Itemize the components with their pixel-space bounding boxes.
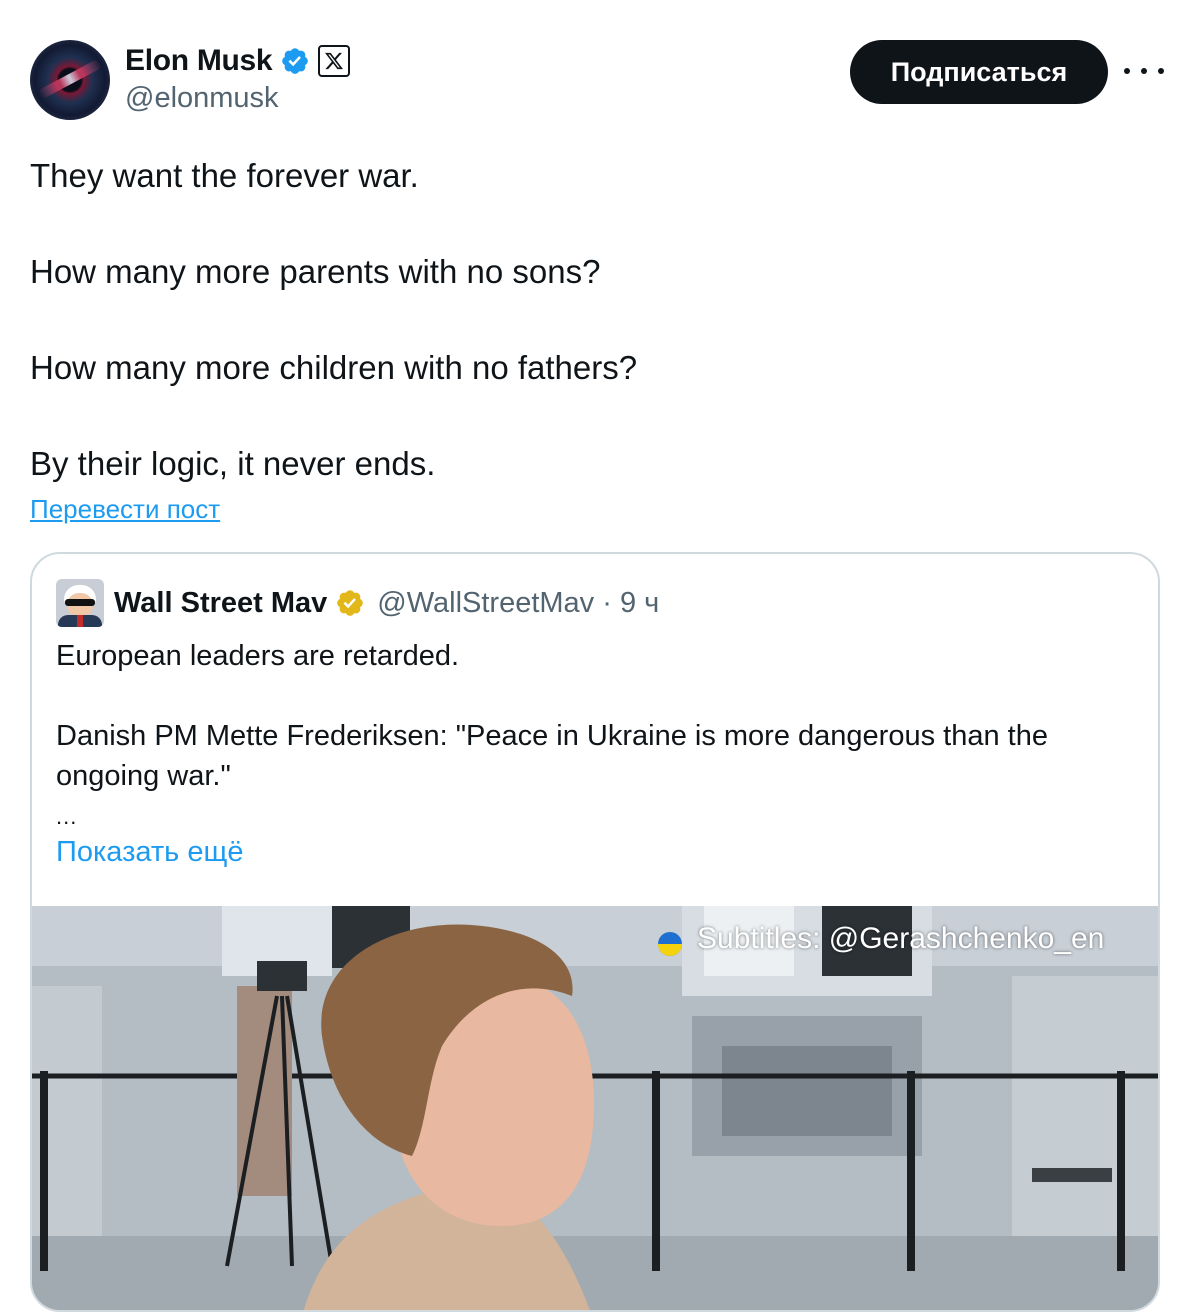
translate-post-link[interactable]: Перевести пост	[30, 494, 220, 525]
quoted-post-text: European leaders are retarded. Danish PM…	[56, 636, 1126, 796]
x-logo-icon[interactable]	[318, 45, 351, 77]
camera	[257, 961, 307, 991]
author-avatar[interactable]	[30, 40, 110, 120]
barrier-post	[652, 1071, 660, 1271]
post-paragraph: How many more children with no fathers?	[30, 349, 638, 386]
post-paragraph: How many more parents with no sons?	[30, 253, 601, 290]
wall-vent-inner	[722, 1046, 892, 1136]
author-display-name[interactable]: Elon Musk	[125, 44, 273, 78]
more-dot	[1141, 68, 1147, 74]
quoted-ellipsis: ...	[56, 804, 78, 829]
post-paragraph: They want the forever war.	[30, 157, 419, 194]
quoted-author-avatar[interactable]	[56, 579, 104, 627]
barrier-post	[1117, 1071, 1125, 1271]
bench	[1032, 1168, 1112, 1182]
verified-badge-icon[interactable]	[280, 46, 310, 76]
quoted-line: Danish PM Mette Frederiksen: "Peace in U…	[56, 720, 1048, 792]
author-name-row: Elon Musk	[125, 42, 351, 80]
video-frame	[32, 906, 1158, 1310]
quoted-author-handle-time[interactable]: @WallStreetMav · 9 ч	[377, 587, 659, 620]
x-logo-svg	[325, 52, 344, 70]
quoted-post-card[interactable]: Wall Street Mav @WallStreetMav · 9 ч Eur…	[30, 552, 1160, 1312]
avatar-tie	[77, 615, 83, 627]
more-options-icon[interactable]	[1124, 56, 1164, 86]
pavement	[32, 1236, 1158, 1310]
verified-gold-svg	[337, 590, 364, 616]
quoted-line: European leaders are retarded.	[56, 640, 460, 672]
quoted-author-name[interactable]: Wall Street Mav	[114, 587, 327, 620]
more-dot	[1124, 68, 1130, 74]
video-player[interactable]: Subtitles: @Gerashchenko_en	[32, 906, 1158, 1310]
verified-badge-gold-icon[interactable]	[335, 588, 365, 618]
subtitle-credit: Subtitles: @Gerashchenko_en	[697, 922, 1105, 955]
verified-badge-svg	[282, 48, 309, 74]
quoted-post-header: Wall Street Mav @WallStreetMav · 9 ч	[56, 579, 659, 627]
pillar	[1012, 976, 1158, 1276]
avatar-glasses	[65, 599, 95, 606]
post-text: They want the forever war. How many more…	[30, 154, 1160, 486]
post-paragraph: By their logic, it never ends.	[30, 445, 436, 482]
follow-button[interactable]: Подписаться	[850, 40, 1108, 104]
author-handle[interactable]: @elonmusk	[125, 82, 279, 115]
show-more-link[interactable]: Показать ещё	[56, 836, 243, 869]
more-dot	[1158, 68, 1164, 74]
barrier-post	[40, 1071, 48, 1271]
barrier-post	[907, 1071, 915, 1271]
